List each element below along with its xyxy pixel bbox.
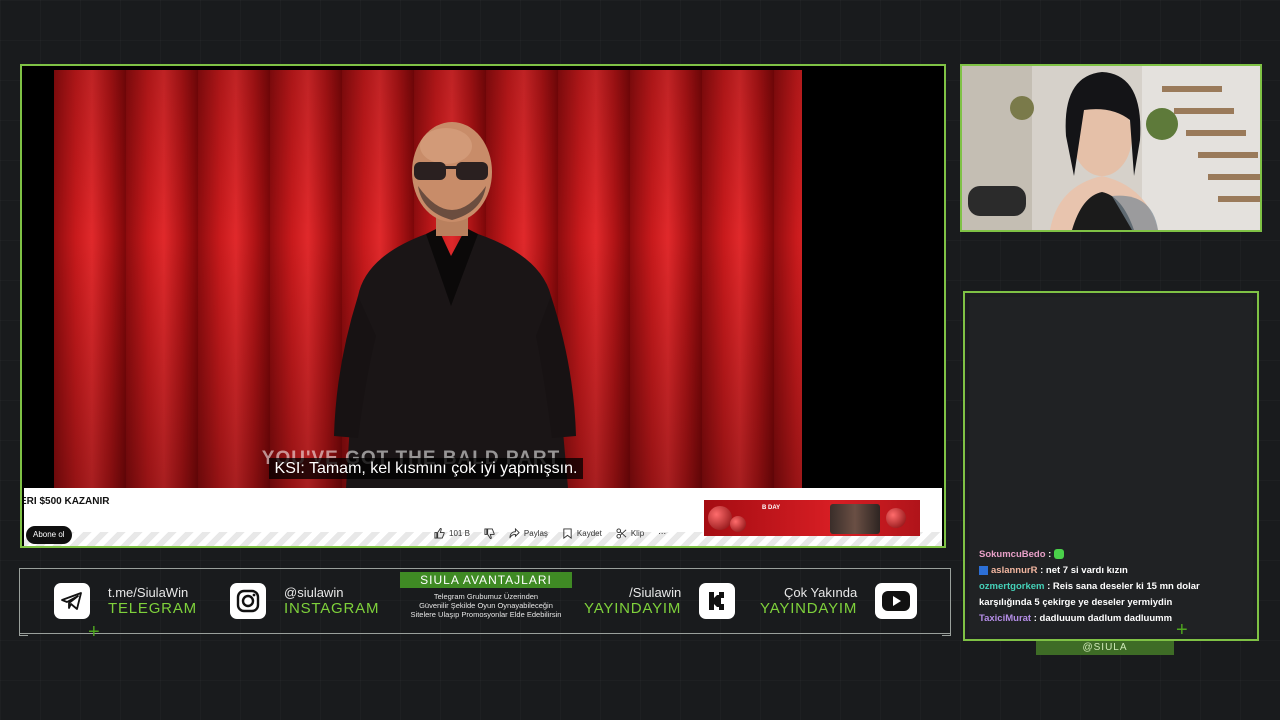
advantages-title: SIULA AVANTAJLARI (400, 572, 572, 588)
dislike-button[interactable] (484, 528, 495, 539)
chat-message: TaxiciMurat : dadluuum dadlum dadluumm (979, 611, 1247, 627)
share-icon (509, 528, 520, 539)
like-button[interactable]: 101 B (434, 528, 470, 539)
kick-icon (699, 583, 736, 619)
thumbs-down-icon (484, 528, 495, 539)
youtube-icon (875, 583, 918, 619)
chat-username: TaxiciMurat (979, 613, 1032, 624)
instagram-icon (230, 583, 266, 619)
telegram-link[interactable]: t.me/SiulaWin TELEGRAM (54, 583, 197, 619)
bald-man-figure (334, 122, 576, 488)
ad-ball-decor (708, 506, 732, 530)
instagram-label: INSTAGRAM (284, 600, 380, 617)
share-label: Paylaş (523, 529, 548, 538)
plus-decor: + (88, 621, 100, 643)
chat-separator: : (1031, 613, 1040, 624)
scissors-icon (616, 528, 627, 539)
kick-handle: /Siulawin (629, 585, 682, 600)
clip-label: Klip (630, 529, 645, 538)
more-button[interactable]: ⋯ (658, 529, 666, 538)
ad-ball-decor (730, 516, 746, 532)
badge-icon (979, 565, 988, 575)
bookmark-icon (563, 528, 572, 539)
clip-button[interactable]: Klip (616, 528, 644, 539)
like-count: 101 B (449, 529, 470, 538)
advantages-line: Telegram Grubumuz Üzerinden (433, 592, 539, 601)
chat-text: dadluuum dadlum dadluumm (1039, 613, 1173, 624)
telegram-icon (54, 583, 90, 619)
advantages-line: Güvenilir Şekilde Oyun Oynayabileceğin (419, 601, 553, 610)
video-info-strip: ERI $500 KAZANIR Abone ol 101 B Paylaş K… (24, 488, 942, 546)
chat-panel: SokumcuBedo : aslannurR : net 7 si vardı… (969, 297, 1253, 635)
channel-tag: @SIULA (1036, 641, 1174, 655)
chat-message: ozmertgorkem : Reis sana deseler ki 15 m… (979, 579, 1247, 611)
webcam-frame (960, 64, 1262, 232)
subtitle-text: KSI: Tamam, kel kısmını çok iyi yapmışsı… (268, 458, 584, 479)
streamer-webcam-image (962, 66, 1260, 230)
kick-link[interactable]: /Siulawin YAYINDAYIM (584, 583, 736, 619)
video-title: ERI $500 KAZANIR (24, 496, 110, 507)
telegram-label: TELEGRAM (108, 600, 197, 617)
plus-decor: + (1176, 619, 1188, 641)
ad-text: B DAY (762, 505, 781, 511)
telegram-handle: t.me/SiulaWin (108, 585, 189, 600)
chat-username: aslannurR (991, 565, 1038, 576)
kick-label: YAYINDAYIM (584, 600, 682, 617)
youtube-status: Çok Yakında (783, 585, 858, 600)
chat-frame: SokumcuBedo : aslannurR : net 7 si vardı… (963, 291, 1259, 641)
chat-message: SokumcuBedo : (979, 547, 1247, 563)
chat-username: ozmertgorkem (979, 581, 1045, 592)
video-player[interactable]: YOU'VE GOT THE BALD PART KSI: Tamam, kel… (26, 70, 944, 488)
chat-separator: : (1045, 549, 1054, 560)
green-emote-icon (1053, 549, 1064, 560)
advantages-box: SIULA AVANTAJLARI Telegram Grubumuz Üzer… (398, 571, 574, 619)
bar-endcap (19, 568, 28, 636)
share-button[interactable]: Paylaş (509, 528, 548, 539)
social-bar: t.me/SiulaWin TELEGRAM @siulawin INSTAGR… (19, 568, 951, 636)
thumbs-up-icon (434, 528, 445, 539)
chat-separator: : (1044, 581, 1053, 592)
bar-endcap (942, 568, 951, 636)
chat-username: SokumcuBedo (979, 549, 1046, 560)
translated-subtitle: KSI: Tamam, kel kısmını çok iyi yapmışsı… (26, 458, 826, 479)
chat-messages: SokumcuBedo : aslannurR : net 7 si vardı… (979, 547, 1247, 627)
chat-separator: : (1037, 565, 1046, 576)
ad-people-image (830, 504, 880, 534)
ad-banner[interactable]: B DAY (704, 500, 920, 536)
video-actions: 101 B Paylaş Kaydet Klip ⋯ (434, 528, 666, 539)
chat-text: net 7 si vardı kızın (1045, 565, 1128, 576)
save-button[interactable]: Kaydet (562, 528, 602, 539)
main-video-frame: YOU'VE GOT THE BALD PART KSI: Tamam, kel… (20, 64, 946, 548)
youtube-link[interactable]: Çok Yakında YAYINDAYIM (760, 583, 918, 619)
instagram-link[interactable]: @siulawin INSTAGRAM (230, 583, 379, 619)
advantages-description: Telegram Grubumuz Üzerinden Güvenilir Şe… (398, 592, 574, 619)
youtube-label: YAYINDAYIM (760, 600, 858, 617)
subscribe-button[interactable]: Abone ol (26, 526, 72, 544)
chat-message: aslannurR : net 7 si vardı kızın (979, 563, 1247, 579)
save-label: Kaydet (576, 529, 602, 538)
instagram-handle: @siulawin (284, 585, 344, 600)
advantages-line: Sitelere Ulaşıp Promosyonlar Elde Edebil… (410, 610, 562, 619)
ad-ball-decor (886, 508, 906, 528)
